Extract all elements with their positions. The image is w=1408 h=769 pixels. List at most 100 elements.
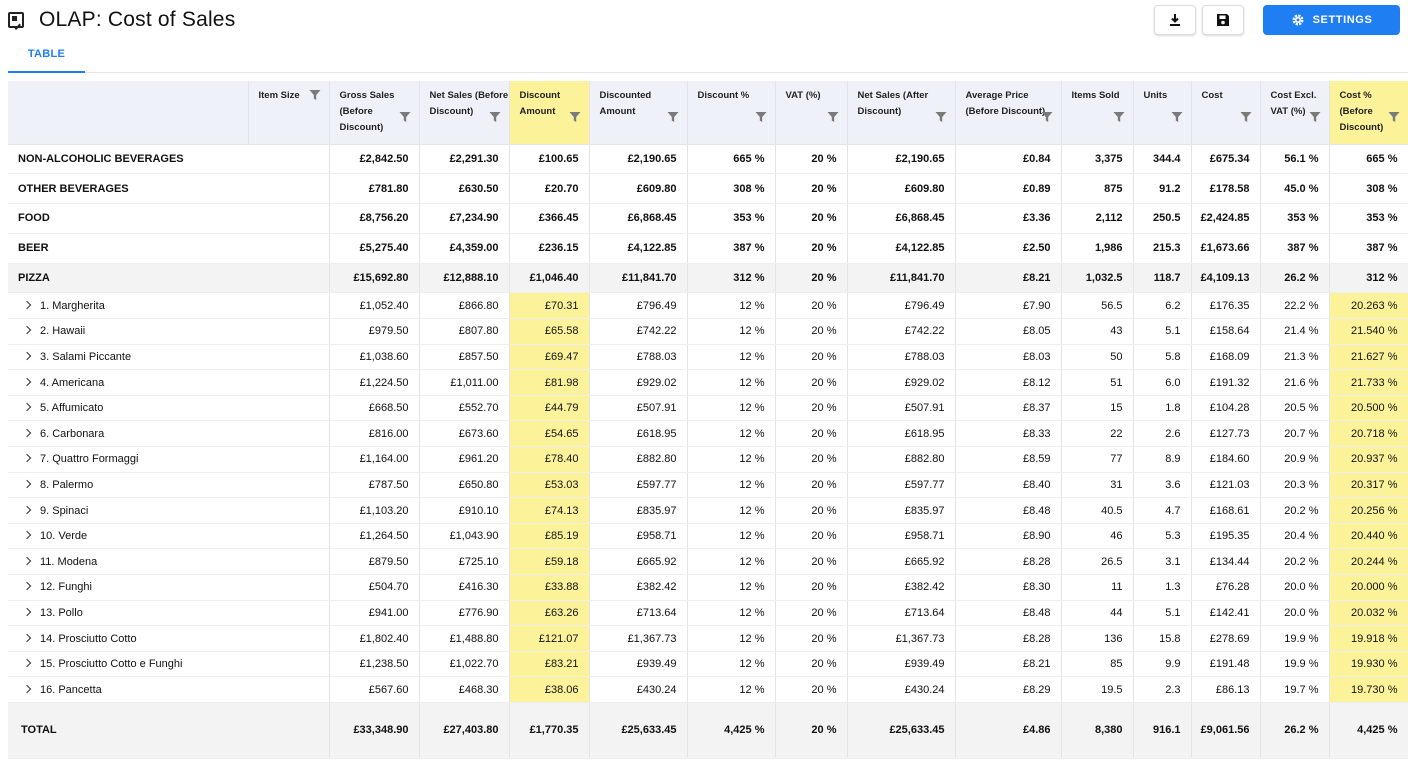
- value-cell: £3.36: [955, 203, 1062, 234]
- filter-icon[interactable]: [1041, 111, 1053, 126]
- table-row-item[interactable]: 8. Palermo £787.50 £650.80 £53.03 £597.77 12 …: [8, 472, 1408, 499]
- row-label: 15. Prosciutto Cotto e Funghi: [40, 658, 183, 671]
- value-cell: £1,052.40: [329, 292, 420, 320]
- row-label: 8. Palermo: [40, 478, 94, 491]
- table-row-item[interactable]: 3. Salami Piccante £1,038.60 £857.50 £69.47…: [8, 344, 1408, 371]
- item-size-cell: [248, 318, 330, 345]
- value-cell: £142.41: [1191, 600, 1261, 627]
- value-cell: £430.24: [589, 676, 688, 703]
- value-cell: £70.31: [509, 292, 590, 320]
- filter-icon[interactable]: [935, 111, 947, 126]
- chevron-right-icon[interactable]: [22, 300, 32, 310]
- chevron-right-icon[interactable]: [22, 402, 32, 412]
- chevron-right-icon[interactable]: [22, 326, 32, 335]
- filter-icon[interactable]: [1309, 111, 1321, 126]
- settings-button[interactable]: SETTINGS: [1263, 5, 1400, 35]
- item-size-cell: [248, 497, 330, 524]
- value-cell: 1.8: [1133, 395, 1192, 422]
- filter-icon[interactable]: [569, 111, 581, 126]
- value-cell: 21.3 %: [1260, 344, 1330, 371]
- chevron-right-icon[interactable]: [22, 658, 32, 668]
- filter-icon[interactable]: [399, 111, 411, 126]
- value-cell: £25,633.45: [589, 701, 688, 759]
- row-label: 13. Pollo: [40, 606, 83, 619]
- filter-icon[interactable]: [1240, 111, 1252, 126]
- row-label-cell: 7. Quattro Formaggi: [8, 446, 248, 473]
- chevron-right-icon[interactable]: [22, 556, 32, 565]
- table-row-item[interactable]: 4. Americana £1,224.50 £1,011.00 £81.98 £929…: [8, 369, 1408, 396]
- value-cell: £8.40: [955, 472, 1062, 499]
- item-size-cell: [248, 395, 330, 422]
- value-cell: 353 %: [687, 203, 776, 234]
- value-cell: £6,868.45: [589, 203, 688, 234]
- value-cell: £8.21: [955, 651, 1062, 678]
- value-cell: £597.77: [589, 472, 688, 499]
- chevron-right-icon[interactable]: [22, 351, 32, 361]
- chevron-right-icon[interactable]: [22, 428, 32, 437]
- chevron-right-icon[interactable]: [22, 633, 32, 642]
- value-cell: £8.90: [955, 523, 1062, 550]
- download-button[interactable]: [1154, 5, 1196, 35]
- table-row-item[interactable]: 2. Hawaii £979.50 £807.80 £65.58 £742.22 12 %…: [8, 318, 1408, 345]
- table-row-item[interactable]: 9. Spinaci £1,103.20 £910.10 £74.13 £835.97 1…: [8, 497, 1408, 524]
- value-cell: £54.65: [509, 420, 590, 448]
- value-cell: £597.77: [847, 472, 956, 499]
- table-row-item[interactable]: 11. Modena £879.50 £725.10 £59.18 £665.92 12 …: [8, 548, 1408, 576]
- row-label: 10. Verde: [40, 530, 88, 543]
- chevron-right-icon[interactable]: [22, 530, 32, 540]
- tab-table[interactable]: TABLE: [8, 44, 85, 73]
- value-cell: £1,367.73: [589, 625, 688, 652]
- table-row-item[interactable]: 7. Quattro Formaggi £1,164.00 £961.20 £78.4…: [8, 446, 1408, 473]
- tab-bar: TABLE: [8, 44, 1408, 73]
- value-cell: 20 %: [775, 318, 848, 345]
- value-cell: 387 %: [1260, 233, 1330, 264]
- row-label: NON-ALCOHOLIC BEVERAGES: [18, 152, 184, 165]
- table-row-item[interactable]: 13. Pollo £941.00 £776.90 £63.26 £713.64 12 %…: [8, 600, 1408, 627]
- save-button[interactable]: [1202, 5, 1244, 35]
- chevron-right-icon[interactable]: [22, 479, 32, 489]
- value-cell: £742.22: [589, 318, 688, 345]
- chevron-right-icon[interactable]: [22, 454, 32, 463]
- filter-icon[interactable]: [827, 111, 839, 126]
- table-row-item[interactable]: 14. Prosciutto Cotto £1,802.40 £1,488.80 £1…: [8, 625, 1408, 652]
- row-label-cell: 9. Spinaci: [8, 497, 248, 524]
- row-label: 6. Carbonara: [40, 427, 105, 440]
- table-row-item[interactable]: 6. Carbonara £816.00 £673.60 £54.65 £618.95 1…: [8, 420, 1408, 448]
- chevron-right-icon[interactable]: [22, 582, 32, 591]
- value-cell: £857.50: [419, 344, 510, 371]
- filter-icon[interactable]: [1171, 111, 1183, 126]
- column-header-8: Net Sales (After Discount): [847, 81, 956, 145]
- filter-icon[interactable]: [667, 111, 679, 126]
- item-size-cell: [248, 233, 330, 264]
- row-label-cell: 8. Palermo: [8, 472, 248, 499]
- column-header-label: Discount %: [697, 90, 750, 101]
- chevron-right-icon[interactable]: [22, 684, 32, 693]
- filter-icon[interactable]: [755, 111, 767, 126]
- chevron-right-icon[interactable]: [22, 377, 32, 386]
- row-label: 16. Pancetta: [40, 683, 102, 696]
- value-cell: 4.7: [1133, 497, 1192, 524]
- table-row-category: PIZZA £15,692.80 £12,888.10 £1,046.40 £11,84…: [8, 263, 1408, 294]
- value-cell: £742.22: [847, 318, 956, 345]
- value-cell: £25,633.45: [847, 701, 956, 759]
- table-row-item[interactable]: 16. Pancetta £567.60 £468.30 £38.06 £430.24 1…: [8, 676, 1408, 703]
- page-header: OLAP: Cost of Sales SETTINGS: [0, 0, 1408, 44]
- value-cell: 2.3: [1133, 676, 1192, 703]
- filter-icon[interactable]: [1388, 111, 1400, 126]
- filter-icon[interactable]: [1113, 111, 1125, 126]
- filter-icon[interactable]: [489, 111, 501, 126]
- value-cell: 21.4 %: [1260, 318, 1330, 345]
- chevron-right-icon[interactable]: [22, 607, 32, 617]
- table-row-item[interactable]: 1. Margherita £1,052.40 £866.80 £70.31 £796.…: [8, 292, 1408, 320]
- value-cell: £78.40: [509, 446, 590, 473]
- table-row-item[interactable]: 12. Funghi £504.70 £416.30 £33.88 £382.42 12 …: [8, 574, 1408, 601]
- value-cell: 20.0 %: [1260, 574, 1330, 601]
- value-cell: 12 %: [687, 472, 776, 499]
- table-row-item[interactable]: 5. Affumicato £668.50 £552.70 £44.79 £507.91…: [8, 395, 1408, 422]
- table-row-item[interactable]: 15. Prosciutto Cotto e Funghi £1,238.50 £1…: [8, 651, 1408, 678]
- chevron-right-icon[interactable]: [22, 505, 32, 514]
- value-cell: £86.13: [1191, 676, 1261, 703]
- value-cell: £4,122.85: [589, 233, 688, 264]
- table-row-item[interactable]: 10. Verde £1,264.50 £1,043.90 £85.19 £958.71…: [8, 523, 1408, 550]
- filter-icon[interactable]: [309, 89, 321, 104]
